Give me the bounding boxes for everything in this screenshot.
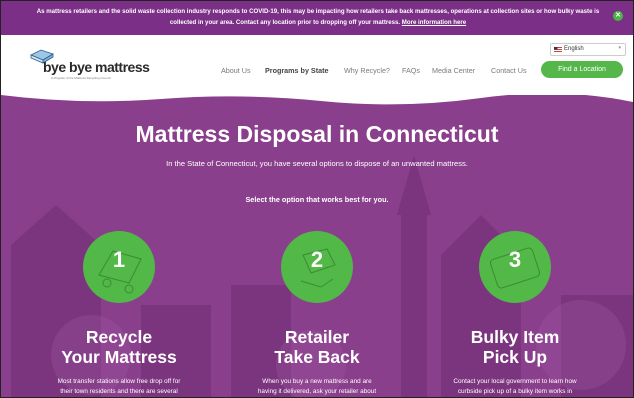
close-icon[interactable]: ✕ xyxy=(613,11,623,21)
option-number: 3 xyxy=(508,247,522,272)
hero-section: Mattress Disposal in Connecticut In the … xyxy=(1,95,633,397)
nav-contact-us[interactable]: Contact Us xyxy=(491,66,527,75)
option-body-line2: having it delivered, ask your retailer a… xyxy=(257,388,377,395)
recycle-option-icon[interactable]: 1 xyxy=(83,231,155,303)
select-option-prompt: Select the option that works best for yo… xyxy=(245,195,389,204)
language-selected: English xyxy=(564,45,584,52)
option-body-line1: Contact your local government to learn h… xyxy=(453,378,577,385)
option-body-line2: their town residents and there are sever… xyxy=(60,388,178,395)
covid-banner: As mattress retailers and the solid wast… xyxy=(1,1,633,35)
option-title-line1: Retailer xyxy=(284,327,350,347)
chevron-down-icon: ▾ xyxy=(618,45,621,51)
nav-why-recycle[interactable]: Why Recycle? xyxy=(344,66,390,75)
nav-about-us[interactable]: About Us xyxy=(221,66,251,75)
retailer-option-icon[interactable]: 2 xyxy=(281,231,353,303)
nav-media-center[interactable]: Media Center xyxy=(432,66,475,75)
brand-name: bye bye mattress xyxy=(43,59,150,75)
page-title: Mattress Disposal in Connecticut xyxy=(135,121,499,147)
option-body-line1: Most transfer stations allow free drop o… xyxy=(57,378,181,385)
page: As mattress retailers and the solid wast… xyxy=(0,0,634,398)
option-title-line2: Your Mattress xyxy=(61,347,177,367)
bulky-item-option-icon[interactable]: 3 xyxy=(479,231,551,303)
covid-banner-text: As mattress retailers and the solid wast… xyxy=(25,6,611,28)
language-select[interactable]: English ▾ xyxy=(550,43,626,56)
site-header: bye bye mattress A Program of the Mattre… xyxy=(1,35,633,101)
option-title-line2: Take Back xyxy=(274,347,360,367)
option-number: 2 xyxy=(310,247,324,272)
nav-faqs[interactable]: FAQs xyxy=(402,66,420,75)
brand-tagline: A Program of the Mattress Recycling Coun… xyxy=(51,76,111,80)
logo[interactable]: bye bye mattress A Program of the Mattre… xyxy=(29,47,150,80)
hero-subtitle: In the State of Connecticut, you have se… xyxy=(166,159,468,168)
option-body-line1: When you buy a new mattress and are xyxy=(262,378,372,385)
option-title-line2: Pick Up xyxy=(482,347,548,367)
more-information-link[interactable]: More information here xyxy=(402,19,466,26)
option-number: 1 xyxy=(112,247,126,272)
option-body-line2: curbside pick up of a bulky item works i… xyxy=(457,388,573,395)
option-title-line1: Bulky Item xyxy=(470,327,560,347)
nav-programs-by-state[interactable]: Programs by State xyxy=(265,66,329,75)
us-flag-icon xyxy=(554,47,562,52)
option-title-line1: Recycle xyxy=(85,327,153,347)
covid-banner-message: As mattress retailers and the solid wast… xyxy=(36,8,600,26)
find-location-button[interactable]: Find a Location xyxy=(541,61,623,78)
